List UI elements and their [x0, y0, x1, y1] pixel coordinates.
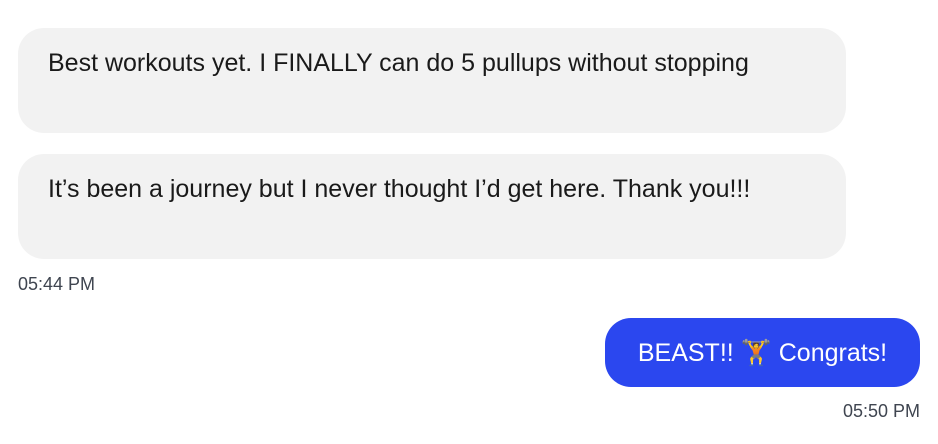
message-timestamp: 05:50 PM [842, 401, 920, 421]
message-timestamp: 05:44 PM [18, 274, 96, 294]
message-text: Best workouts yet. I FINALLY can do 5 pu… [48, 49, 749, 77]
outgoing-message-bubble: BEAST!! 🏋️ Congrats! [605, 318, 920, 387]
incoming-message-bubble: Best workouts yet. I FINALLY can do 5 pu… [18, 28, 846, 133]
incoming-message-bubble: It’s been a journey but I never thought … [18, 154, 846, 259]
message-text: It’s been a journey but I never thought … [48, 175, 751, 203]
message-text: BEAST!! 🏋️ Congrats! [637, 338, 888, 367]
